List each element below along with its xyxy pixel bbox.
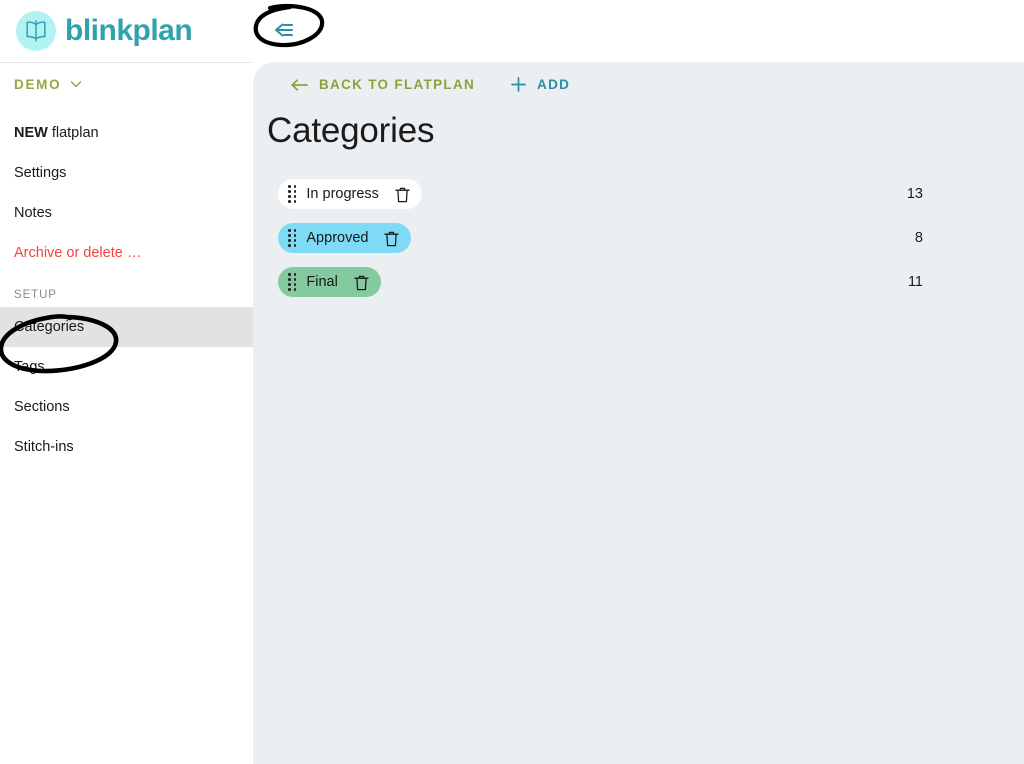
collapse-sidebar-icon bbox=[275, 23, 293, 37]
add-label: ADD bbox=[537, 77, 571, 92]
add-category-button[interactable]: ADD bbox=[511, 77, 570, 92]
category-list: In progress 13 Approved 8 Final 11 bbox=[253, 172, 1024, 304]
sidebar-item-label: Tags bbox=[14, 359, 45, 375]
category-chip[interactable]: Final bbox=[278, 267, 381, 297]
sidebar-item-label: flatplan bbox=[51, 125, 99, 141]
trash-icon[interactable] bbox=[395, 186, 410, 203]
content-panel: BACK TO FLATPLAN ADD Categories In progr… bbox=[253, 62, 1024, 764]
sidebar-primary-nav: NEW flatplan Settings Notes Archive or delet… bbox=[0, 105, 253, 273]
sidebar-item-label-strong: NEW bbox=[14, 125, 48, 141]
category-label: In progress bbox=[306, 186, 379, 202]
sidebar-item-label: Archive or delete … bbox=[14, 245, 142, 261]
content-toolbar: BACK TO FLATPLAN ADD bbox=[253, 62, 1024, 107]
sidebar-item-archive-or-delete[interactable]: Archive or delete … bbox=[0, 233, 253, 273]
category-row: Approved 8 bbox=[253, 216, 1024, 260]
drag-handle-icon[interactable] bbox=[288, 229, 297, 247]
sidebar-item-label: Sections bbox=[14, 399, 70, 415]
sidebar-item-categories[interactable]: Categories bbox=[0, 307, 253, 347]
plus-icon bbox=[511, 77, 526, 92]
drag-handle-icon[interactable] bbox=[288, 273, 297, 291]
sidebar-item-tags[interactable]: Tags bbox=[0, 347, 253, 387]
sidebar-item-label: Categories bbox=[14, 319, 85, 335]
chevron-down-icon bbox=[70, 75, 82, 93]
org-switcher[interactable]: DEMO bbox=[0, 63, 253, 105]
category-chip[interactable]: In progress bbox=[278, 179, 422, 209]
back-to-flatplan-button[interactable]: BACK TO FLATPLAN bbox=[291, 77, 475, 92]
category-row: Final 11 bbox=[253, 260, 1024, 304]
sidebar-item-notes[interactable]: Notes bbox=[0, 193, 253, 233]
arrow-left-icon bbox=[291, 78, 308, 91]
sidebar-item-settings[interactable]: Settings bbox=[0, 153, 253, 193]
org-name-label: DEMO bbox=[14, 76, 62, 92]
category-label: Final bbox=[306, 274, 338, 290]
category-row: In progress 13 bbox=[253, 172, 1024, 216]
collapse-sidebar-button[interactable] bbox=[267, 16, 301, 44]
open-book-icon bbox=[16, 11, 56, 51]
category-label: Approved bbox=[306, 230, 369, 246]
page-title: Categories bbox=[267, 111, 435, 150]
sidebar: blinkplan DEMO NEW flatplan Settings Notes A… bbox=[0, 0, 253, 764]
category-count: 8 bbox=[914, 230, 923, 246]
sidebar-section-label-setup: SETUP bbox=[14, 289, 57, 301]
category-chip[interactable]: Approved bbox=[278, 223, 412, 253]
drag-handle-icon[interactable] bbox=[288, 185, 297, 203]
brand-header: blinkplan bbox=[0, 0, 253, 63]
back-to-flatplan-label: BACK TO FLATPLAN bbox=[319, 77, 476, 92]
brand-name: blinkplan bbox=[65, 14, 193, 47]
sidebar-item-label: Notes bbox=[14, 205, 52, 221]
category-count: 13 bbox=[906, 186, 923, 202]
trash-icon[interactable] bbox=[354, 274, 369, 291]
sidebar-item-sections[interactable]: Sections bbox=[0, 387, 253, 427]
sidebar-item-stitch-ins[interactable]: Stitch-ins bbox=[0, 427, 253, 467]
sidebar-setup-nav: Categories Tags Sections Stitch-ins bbox=[0, 307, 253, 467]
sidebar-item-label: Settings bbox=[14, 165, 67, 181]
trash-icon[interactable] bbox=[384, 230, 400, 247]
sidebar-item-label: Stitch-ins bbox=[14, 439, 74, 455]
topbar-strip bbox=[253, 0, 1024, 62]
category-count: 11 bbox=[907, 274, 923, 290]
sidebar-item-new-flatplan[interactable]: NEW flatplan bbox=[0, 113, 253, 153]
